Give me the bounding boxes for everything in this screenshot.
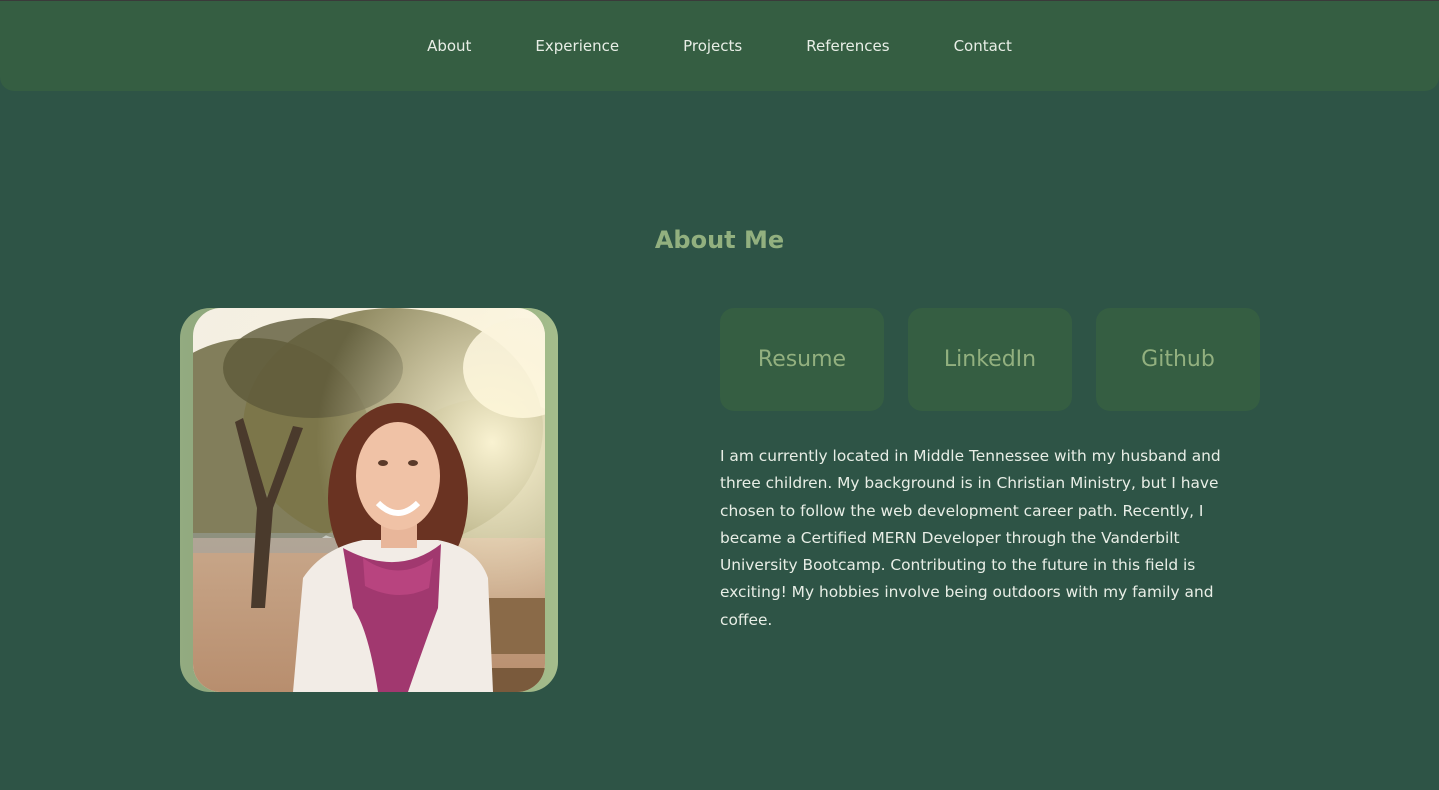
about-section-title: About Me bbox=[654, 226, 785, 254]
about-bio: I am currently located in Middle Tenness… bbox=[720, 447, 1221, 629]
linkedin-button[interactable]: LinkedIn bbox=[908, 308, 1072, 411]
nav-link-about[interactable]: About bbox=[395, 36, 503, 56]
profile-photo-frame bbox=[180, 308, 558, 692]
page: About Experience Projects References Con… bbox=[0, 0, 1439, 790]
profile-photo bbox=[193, 308, 545, 692]
github-button[interactable]: Github bbox=[1096, 308, 1260, 411]
portrait-photo-icon bbox=[193, 308, 545, 692]
nav-link-references[interactable]: References bbox=[774, 36, 921, 56]
nav-link-contact[interactable]: Contact bbox=[922, 36, 1044, 56]
top-navbar: About Experience Projects References Con… bbox=[0, 1, 1439, 91]
resume-button[interactable]: Resume bbox=[720, 308, 884, 411]
nav-link-projects[interactable]: Projects bbox=[651, 36, 774, 56]
nav-link-experience[interactable]: Experience bbox=[503, 36, 651, 56]
profile-links: Resume LinkedIn Github bbox=[720, 308, 1260, 411]
